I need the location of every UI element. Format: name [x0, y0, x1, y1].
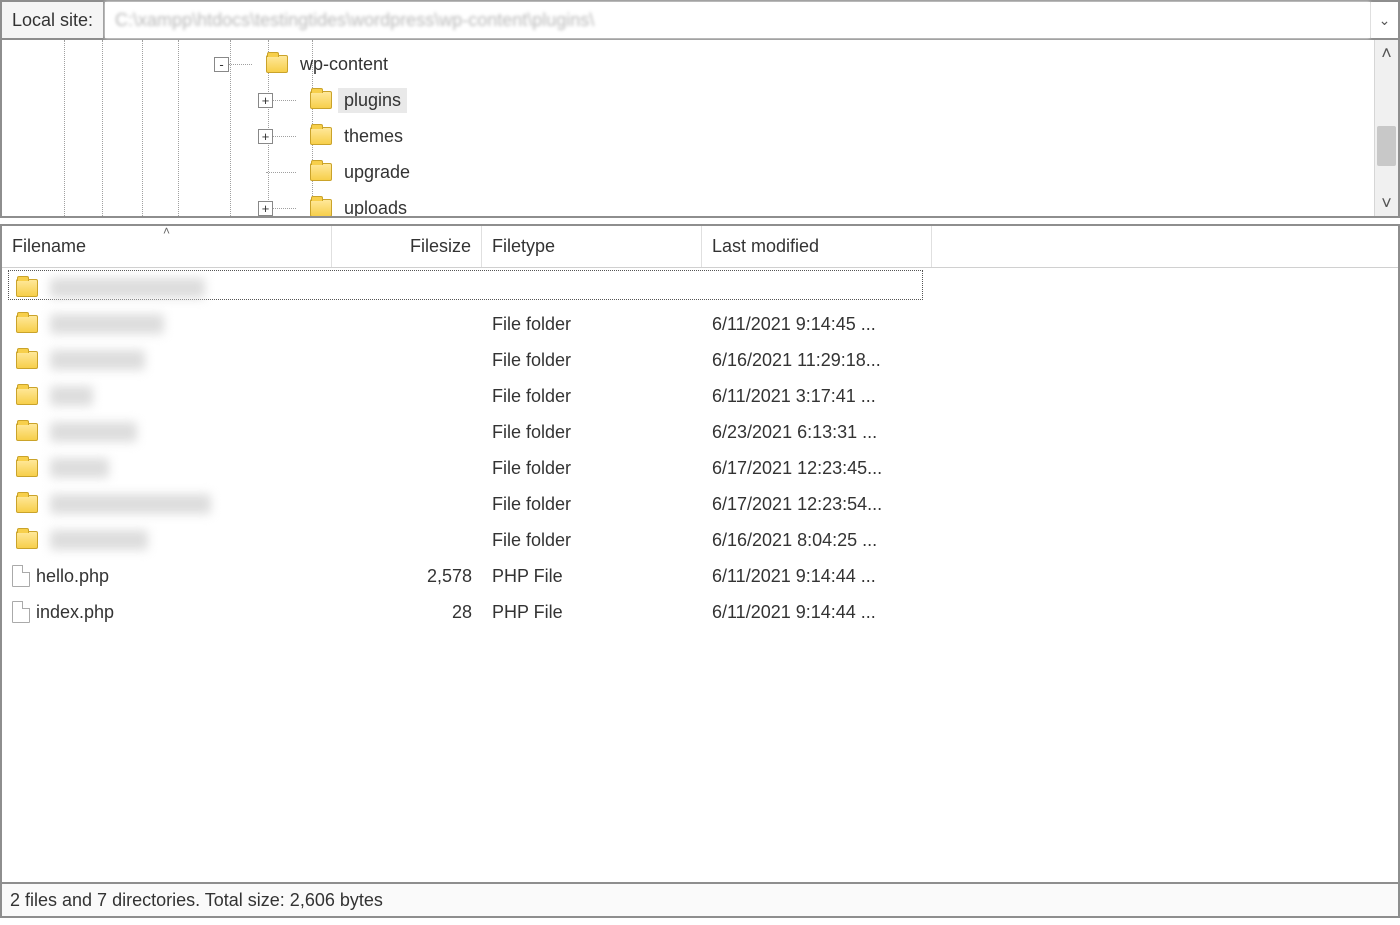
file-row[interactable]: f File folder6/17/2021 12:23:54... — [2, 486, 1398, 522]
file-modified: 6/17/2021 12:23:45... — [702, 458, 932, 479]
column-header-label: Filetype — [492, 236, 555, 257]
file-modified: 6/11/2021 9:14:44 ... — [702, 602, 932, 623]
file-list-body[interactable]: ..aFile folder6/11/2021 9:14:45 ...bFile… — [2, 268, 1398, 882]
folder-icon — [16, 423, 38, 441]
column-header-modified[interactable]: Last modified — [702, 226, 932, 267]
column-header-filename[interactable]: Filename ˄ — [2, 226, 332, 267]
path-input[interactable] — [105, 2, 1370, 38]
folder-icon — [310, 199, 332, 216]
file-name: b — [50, 386, 93, 406]
file-name: f — [50, 458, 109, 478]
file-size: 2,578 — [332, 566, 482, 587]
tree-row[interactable]: - wp-content — [2, 46, 1374, 82]
file-modified: 6/17/2021 12:23:54... — [702, 494, 932, 515]
file-size: 28 — [332, 602, 482, 623]
folder-icon — [16, 495, 38, 513]
status-bar: 2 files and 7 directories. Total size: 2… — [0, 884, 1400, 918]
file-type: File folder — [482, 530, 702, 551]
expand-button[interactable]: + — [258, 93, 273, 108]
tree-item-label: themes — [338, 124, 409, 149]
file-row[interactable]: .. — [2, 270, 1398, 306]
column-header-label: Filesize — [410, 236, 471, 257]
tree-item-label: wp-content — [294, 52, 394, 77]
file-row[interactable]: c File folder6/23/2021 6:13:31 ... — [2, 414, 1398, 450]
file-type: File folder — [482, 350, 702, 371]
scroll-up-button[interactable]: ˄ — [1375, 40, 1398, 66]
chevron-up-icon: ˄ — [1381, 43, 1392, 64]
directory-tree[interactable]: - wp-content + plugins + themes upgrade + upload… — [2, 40, 1374, 216]
folder-icon — [16, 351, 38, 369]
collapse-button[interactable]: - — [214, 57, 229, 72]
folder-icon — [16, 459, 38, 477]
column-header-filesize[interactable]: Filesize — [332, 226, 482, 267]
tree-row[interactable]: + plugins — [2, 82, 1374, 118]
status-text: 2 files and 7 directories. Total size: 2… — [10, 890, 383, 911]
file-row[interactable]: hello.php 2,578PHP File6/11/2021 9:14:44 … — [2, 558, 1398, 594]
file-modified: 6/11/2021 9:14:44 ... — [702, 566, 932, 587]
expand-button[interactable]: + — [258, 201, 273, 216]
file-name: b — [50, 350, 145, 370]
file-name: .. — [50, 278, 205, 298]
tree-scrollbar[interactable]: ˄ ˅ — [1374, 40, 1398, 216]
file-type: File folder — [482, 422, 702, 443]
folder-icon — [16, 387, 38, 405]
folder-icon — [16, 531, 38, 549]
tree-item-label: plugins — [338, 88, 407, 113]
file-modified: 6/16/2021 11:29:18... — [702, 350, 932, 371]
folder-icon — [16, 315, 38, 333]
file-row[interactable]: index.php 28PHP File6/11/2021 9:14:44 ... — [2, 594, 1398, 630]
file-modified: 6/23/2021 6:13:31 ... — [702, 422, 932, 443]
scroll-thumb[interactable] — [1377, 126, 1396, 166]
file-modified: 6/11/2021 3:17:41 ... — [702, 386, 932, 407]
file-modified: 6/11/2021 9:14:45 ... — [702, 314, 932, 335]
file-type: File folder — [482, 314, 702, 335]
path-dropdown-button[interactable]: ⌄ — [1370, 2, 1398, 38]
file-icon — [12, 565, 30, 587]
file-type: File folder — [482, 458, 702, 479]
sort-ascending-icon: ˄ — [163, 224, 170, 238]
file-type: File folder — [482, 494, 702, 515]
folder-icon — [310, 163, 332, 181]
folder-icon — [16, 279, 38, 297]
file-modified: 6/16/2021 8:04:25 ... — [702, 530, 932, 551]
folder-icon — [310, 91, 332, 109]
file-name: a — [50, 314, 164, 334]
file-row[interactable]: b File folder6/11/2021 3:17:41 ... — [2, 378, 1398, 414]
folder-icon — [310, 127, 332, 145]
tree-row[interactable]: upgrade — [2, 154, 1374, 190]
file-list-panel: Filename ˄ Filesize Filetype Last modifi… — [0, 224, 1400, 884]
tree-item-label: uploads — [338, 196, 413, 217]
file-name: index.php — [36, 602, 114, 623]
folder-icon — [266, 55, 288, 73]
file-list-header: Filename ˄ Filesize Filetype Last modifi… — [2, 226, 1398, 268]
tree-item-label: upgrade — [338, 160, 416, 185]
file-row[interactable]: f File folder6/17/2021 12:23:45... — [2, 450, 1398, 486]
chevron-down-icon: ⌄ — [1379, 12, 1391, 29]
column-header-filetype[interactable]: Filetype — [482, 226, 702, 267]
file-type: File folder — [482, 386, 702, 407]
column-header-label: Filename — [12, 236, 86, 257]
file-name: v — [50, 530, 148, 550]
column-header-label: Last modified — [712, 236, 819, 257]
directory-tree-panel: - wp-content + plugins + themes upgrade + upload… — [0, 40, 1400, 218]
file-icon — [12, 601, 30, 623]
scroll-track[interactable] — [1375, 66, 1398, 190]
path-bar: Local site: ⌄ — [0, 0, 1400, 40]
file-row[interactable]: v File folder6/16/2021 8:04:25 ... — [2, 522, 1398, 558]
file-name: c — [50, 422, 137, 442]
file-name: hello.php — [36, 566, 109, 587]
expand-button[interactable]: + — [258, 129, 273, 144]
file-row[interactable]: b File folder6/16/2021 11:29:18... — [2, 342, 1398, 378]
path-bar-label: Local site: — [2, 2, 105, 38]
tree-row[interactable]: + themes — [2, 118, 1374, 154]
tree-row[interactable]: + uploads — [2, 190, 1374, 216]
file-row[interactable]: a File folder6/11/2021 9:14:45 ... — [2, 306, 1398, 342]
file-type: PHP File — [482, 602, 702, 623]
file-type: PHP File — [482, 566, 702, 587]
chevron-down-icon: ˅ — [1381, 193, 1392, 214]
scroll-down-button[interactable]: ˅ — [1375, 190, 1398, 216]
file-name: f — [50, 494, 211, 514]
